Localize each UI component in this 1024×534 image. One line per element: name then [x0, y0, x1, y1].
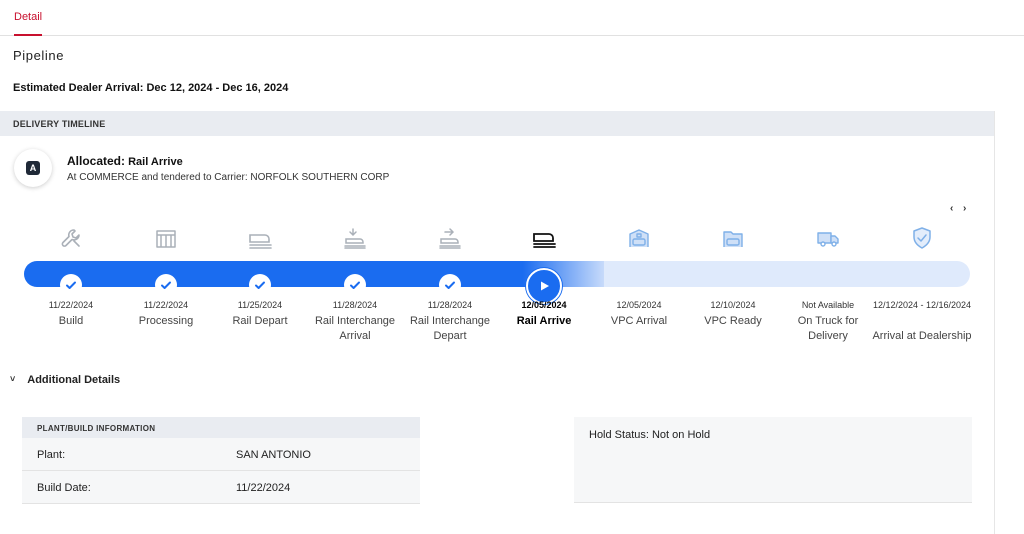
timeline-step-on-truck: Not Available On Truck for Delivery: [778, 224, 878, 342]
timeline-step-vpc-ready: 12/10/2024 VPC Ready: [683, 224, 783, 327]
step-date: 11/22/2024: [48, 300, 94, 310]
chevron-down-icon: ˅: [10, 374, 16, 384]
truck-icon: [817, 232, 839, 247]
train-arrive-icon: [533, 233, 556, 248]
rail-interchange-depart-icon: [439, 228, 461, 249]
info-row-build-date: Build Date: 11/22/2024: [22, 471, 420, 504]
step-label: Rail Arrive: [516, 315, 572, 327]
step-label: Rail Interchange Arrival: [314, 315, 396, 342]
step-label: Processing: [138, 315, 194, 327]
timeline-step-rail-arrive: 12/05/2024 Rail Arrive: [494, 224, 594, 327]
check-node: [344, 274, 366, 296]
additional-details-toggle[interactable]: ˅ Additional Details: [10, 374, 120, 386]
shield-check-icon: [913, 227, 931, 249]
status-icon-badge: A: [14, 149, 52, 187]
timeline-step-rail-interchange-depart: 11/28/2024 Rail Interchange Depart: [400, 224, 500, 342]
chevron-left-icon[interactable]: ‹: [950, 203, 953, 214]
timeline-step-arrival-at-dealership: 12/12/2024 - 12/16/2024 Arrival at Deale…: [872, 224, 972, 342]
timeline-step-processing: 11/22/2024 Processing: [116, 224, 216, 327]
info-value: 11/22/2024: [236, 482, 291, 494]
step-label: On Truck for Delivery: [797, 315, 859, 342]
status-title: Allocated: Rail Arrive: [67, 154, 183, 168]
status-value: Rail Arrive: [128, 156, 183, 168]
tab-bar: Detail: [0, 0, 1024, 36]
plant-build-header: PLANT/BUILD INFORMATION: [22, 417, 420, 438]
check-icon: [66, 281, 76, 289]
check-icon: [445, 281, 455, 289]
tab-detail[interactable]: Detail: [14, 11, 43, 36]
additional-details-label: Additional Details: [27, 374, 121, 386]
hold-status-box: Hold Status: Not on Hold: [574, 417, 972, 503]
check-icon: [255, 281, 265, 289]
delivery-timeline-header: DELIVERY TIMELINE: [0, 111, 994, 136]
factory-icon: [156, 230, 176, 248]
progress-fill: [24, 261, 604, 287]
status-detail: At COMMERCE and tendered to Carrier: NOR…: [67, 172, 390, 183]
plant-build-info: PLANT/BUILD INFORMATION Plant: SAN ANTON…: [22, 417, 420, 504]
step-label: VPC Ready: [704, 315, 762, 327]
step-date: Not Available: [801, 300, 855, 310]
step-label: VPC Arrival: [610, 315, 668, 327]
step-date: 12/12/2024 - 12/16/2024: [872, 300, 972, 310]
check-icon: [350, 281, 360, 289]
timeline-step-rail-interchange-arrival: 11/28/2024 Rail Interchange Arrival: [305, 224, 405, 342]
step-label: Rail Depart: [232, 315, 288, 327]
hold-status: Hold Status: Not on Hold: [589, 429, 711, 441]
check-node: [155, 274, 177, 296]
play-icon: [541, 281, 549, 291]
status-label: Allocated:: [67, 154, 126, 168]
step-date: 11/25/2024: [237, 300, 283, 310]
vpc-ready-icon: [723, 231, 743, 247]
timeline-step-build: 11/22/2024 Build: [21, 224, 121, 327]
timeline-step-rail-depart: 11/25/2024 Rail Depart: [210, 224, 310, 327]
info-row-plant: Plant: SAN ANTONIO: [22, 438, 420, 471]
delivery-timeline-card: DELIVERY TIMELINE A Allocated: Rail Arri…: [0, 111, 995, 534]
rail-interchange-arrival-icon: [344, 228, 366, 249]
info-key: Plant:: [37, 449, 66, 461]
step-date: 12/10/2024: [710, 300, 756, 310]
step-date: 11/22/2024: [143, 300, 189, 310]
step-label: Build: [58, 315, 84, 327]
step-date: 11/28/2024: [427, 300, 473, 310]
info-key: Build Date:: [37, 482, 91, 494]
timeline-step-vpc-arrival: 12/05/2024 VPC Arrival: [589, 224, 689, 327]
logo-icon: A: [26, 161, 40, 175]
page-title: Pipeline: [13, 48, 65, 63]
info-value: SAN ANTONIO: [236, 449, 311, 461]
step-date: 11/28/2024: [332, 300, 378, 310]
vpc-arrival-icon: [629, 229, 649, 247]
step-label: Rail Interchange Depart: [409, 315, 491, 342]
step-label: Arrival at Dealership: [872, 330, 972, 342]
estimated-arrival: Estimated Dealer Arrival: Dec 12, 2024 -…: [13, 82, 289, 94]
check-node: [439, 274, 461, 296]
step-date: 12/05/2024: [616, 300, 662, 310]
check-node: [249, 274, 271, 296]
check-node: [60, 274, 82, 296]
chevron-right-icon[interactable]: ›: [963, 203, 966, 214]
step-date: 12/05/2024: [521, 300, 567, 310]
train-icon: [249, 234, 272, 249]
check-icon: [161, 281, 171, 289]
wrench-icon: [61, 229, 80, 247]
